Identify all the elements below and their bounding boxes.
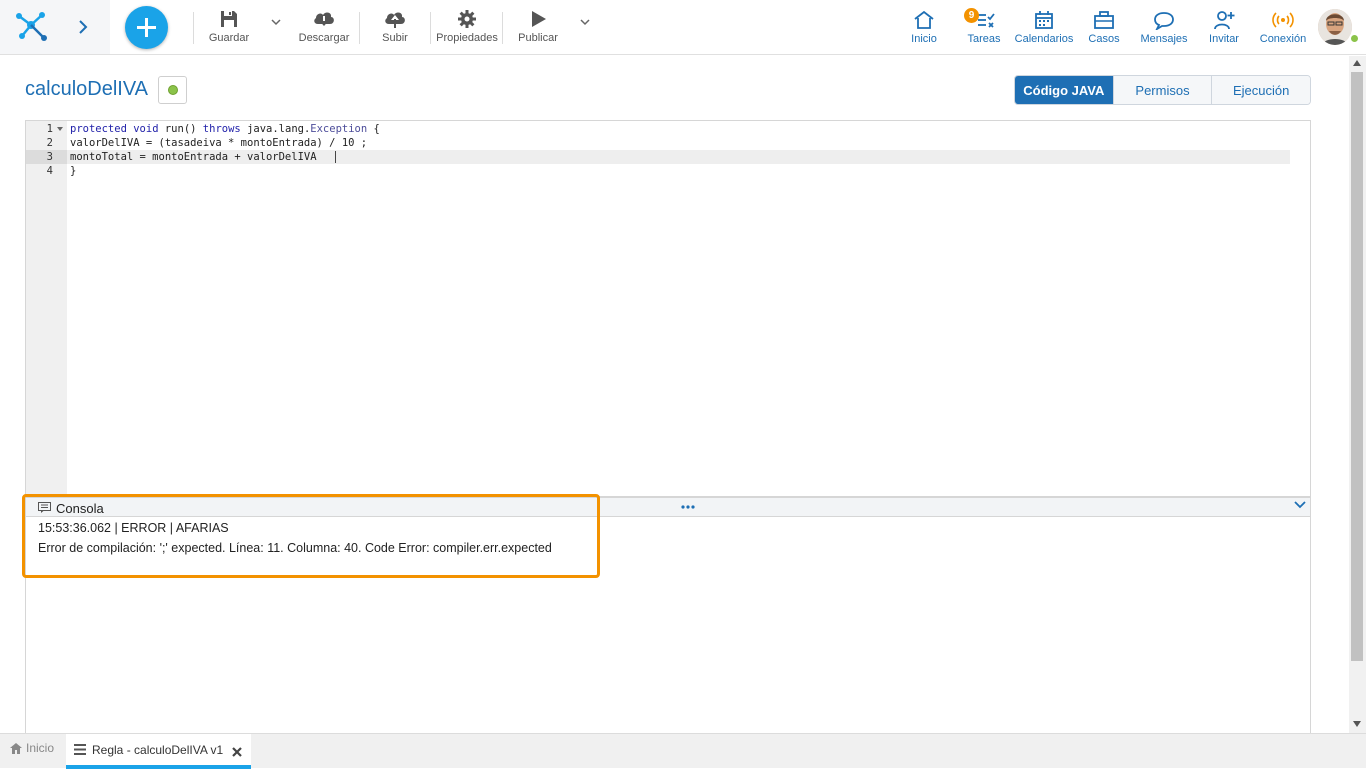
user-avatar[interactable] <box>1318 9 1352 45</box>
home-icon <box>10 742 22 754</box>
nav-home[interactable]: Inicio <box>908 0 940 54</box>
nav-connection-label: Conexión <box>1259 33 1307 45</box>
resize-handle-icon[interactable] <box>681 505 695 509</box>
publish-button[interactable]: Publicar <box>516 0 560 54</box>
wireless-signal-icon <box>1272 12 1294 28</box>
bottom-tab-rule-label: Regla - calculoDelIVA v1 <box>92 742 224 757</box>
nav-cases[interactable]: Casos <box>1087 0 1121 54</box>
properties-label: Propiedades <box>436 32 498 44</box>
toolbar-separator <box>193 12 194 44</box>
tasks-badge: 9 <box>964 8 979 23</box>
add-button[interactable] <box>125 6 168 49</box>
add-user-icon <box>1214 11 1235 30</box>
fold-arrow-icon[interactable] <box>57 127 63 131</box>
download-button[interactable]: Descargar <box>297 0 351 54</box>
briefcase-icon <box>1094 11 1114 29</box>
line-number: 3 <box>46 151 53 163</box>
nav-invite-label: Invitar <box>1209 33 1239 45</box>
chat-bubble-icon <box>1154 12 1174 30</box>
cloud-download-icon <box>314 12 334 26</box>
code-token: protected <box>70 123 127 135</box>
text-cursor <box>335 151 336 163</box>
tab-permissions[interactable]: Permisos <box>1112 76 1212 104</box>
code-token: java.lang. <box>247 123 311 135</box>
nav-tasks-label: Tareas <box>967 33 1001 45</box>
page-scrollbar[interactable] <box>1349 56 1366 733</box>
calendar-icon <box>1035 11 1053 29</box>
nav-calendars[interactable]: Calendarios <box>1014 0 1074 54</box>
code-token: Exception <box>310 123 368 135</box>
save-dropdown-chevron-icon[interactable] <box>271 19 281 26</box>
code-line-1: protected void run() throws java.lang.Ex… <box>70 122 380 136</box>
download-label: Descargar <box>298 32 350 44</box>
publish-label: Publicar <box>518 32 558 44</box>
nav-messages-label: Mensajes <box>1140 33 1188 45</box>
code-line-4: } <box>70 165 77 177</box>
console-panel: Consola 15:53:36.062 | ERROR | AFARIAS E… <box>25 497 1311 735</box>
plus-icon <box>137 18 156 37</box>
scroll-down-arrow-icon[interactable] <box>1353 721 1361 727</box>
play-icon <box>532 11 546 27</box>
console-header: Consola <box>26 498 1310 517</box>
line-number: 4 <box>46 165 53 177</box>
nav-cases-label: Casos <box>1088 33 1120 45</box>
code-token: { <box>373 123 380 135</box>
toolbar-separator <box>502 12 503 44</box>
properties-button[interactable]: Propiedades <box>435 0 499 54</box>
console-log-line: 15:53:36.062 | ERROR | AFARIAS <box>38 521 229 535</box>
scrollbar-thumb[interactable] <box>1351 72 1363 661</box>
status-dot <box>168 85 178 95</box>
top-toolbar: Guardar Descargar Subir Propiedades Publ… <box>0 0 1366 55</box>
nav-calendars-label: Calendarios <box>1014 33 1074 45</box>
status-indicator[interactable] <box>158 76 187 104</box>
code-line-2: valorDelIVA = (tasadeiva * montoEntrada)… <box>70 137 368 149</box>
tasks-badge-count: 9 <box>968 10 975 21</box>
line-number: 2 <box>46 137 53 149</box>
nav-connection[interactable]: Conexión <box>1258 0 1308 54</box>
code-line-3: montoTotal = montoEntrada + valorDelIVA <box>70 151 317 163</box>
collapse-chevron-icon[interactable] <box>1294 501 1306 509</box>
tab-java-code[interactable]: Código JAVA <box>1015 76 1113 104</box>
gear-icon <box>458 10 476 28</box>
home-icon <box>914 10 934 29</box>
code-token: run() <box>164 123 197 135</box>
bottom-tab-home[interactable]: Inicio <box>10 741 54 755</box>
console-icon <box>38 502 51 513</box>
chevron-right-icon[interactable] <box>78 20 88 34</box>
bottom-tab-home-label: Inicio <box>26 741 55 755</box>
toolbar-separator <box>359 12 360 44</box>
floppy-disk-icon <box>221 11 237 27</box>
upload-button[interactable]: Subir <box>378 0 412 54</box>
toolbar-separator <box>430 12 431 44</box>
online-status-dot <box>1349 33 1360 44</box>
publish-dropdown-chevron-icon[interactable] <box>580 19 590 26</box>
nav-messages[interactable]: Mensajes <box>1139 0 1189 54</box>
scroll-up-arrow-icon[interactable] <box>1353 60 1361 66</box>
app-logo-icon[interactable] <box>14 10 48 42</box>
save-button[interactable]: Guardar <box>207 0 251 54</box>
upload-label: Subir <box>382 32 408 44</box>
user-avatar-image <box>1318 9 1352 45</box>
code-editor[interactable]: 1 2 3 4 protected void run() throws java… <box>25 120 1311 497</box>
code-token: void <box>133 123 159 135</box>
console-title: Consola <box>56 501 104 516</box>
close-icon[interactable] <box>232 747 242 757</box>
logo-area <box>0 0 110 54</box>
save-label: Guardar <box>208 32 250 44</box>
document-list-icon <box>74 744 86 755</box>
view-tabs: Código JAVA Permisos Ejecución <box>1014 75 1311 105</box>
code-token: throws <box>202 123 241 135</box>
page-title: calculoDelIVA <box>25 78 149 100</box>
nav-invite[interactable]: Invitar <box>1207 0 1241 54</box>
nav-home-label: Inicio <box>911 33 937 45</box>
cloud-upload-icon <box>385 12 405 28</box>
bottom-tab-bar: Inicio Regla - calculoDelIVA v1 <box>0 733 1366 769</box>
console-error-line: Error de compilación: ';' expected. Líne… <box>38 541 552 555</box>
tab-execution[interactable]: Ejecución <box>1211 76 1310 104</box>
bottom-tab-rule[interactable]: Regla - calculoDelIVA v1 <box>66 734 251 769</box>
